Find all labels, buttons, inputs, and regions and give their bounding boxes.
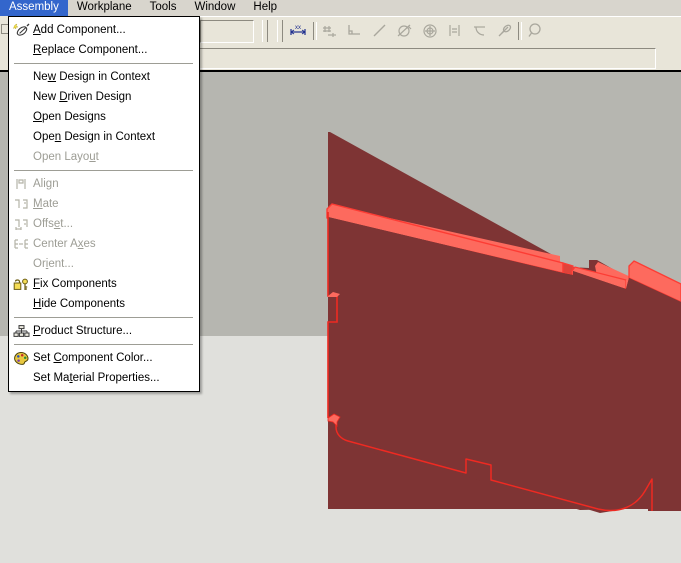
- corner-constraint-icon[interactable]: [345, 21, 365, 41]
- menu-item-open-layout-label: Open Layout: [33, 151, 99, 163]
- svg-text:xx: xx: [295, 25, 301, 31]
- menu-item-fix-components-label: Fix Components: [33, 278, 117, 290]
- line-icon[interactable]: [370, 21, 390, 41]
- menu-item-product-structure-label: Product Structure...: [33, 325, 133, 337]
- menu-separator: [14, 170, 193, 171]
- menubar-item-window-label: Window: [194, 1, 236, 13]
- menu-separator: [14, 317, 193, 318]
- pin-fasten-icon[interactable]: [495, 21, 515, 41]
- offset-icon: [12, 216, 30, 232]
- set-component-color-palette-icon: [12, 350, 30, 366]
- product-structure-tree-icon: [12, 323, 30, 339]
- menu-item-new-design-in-context[interactable]: New Design in Context: [9, 67, 199, 87]
- menu-item-set-component-color-label: Set Component Color...: [33, 352, 153, 364]
- menu-item-align: Align: [9, 174, 199, 194]
- angle-dimension-icon[interactable]: [395, 21, 415, 41]
- menu-item-center-axes-label: Center Axes: [33, 238, 96, 250]
- menu-item-open-designs-label: Open Designs: [33, 111, 106, 123]
- menu-item-new-design-in-context-label: New Design in Context: [33, 71, 150, 83]
- menu-item-center-axes: Center Axes: [9, 234, 199, 254]
- menubar-item-tools[interactable]: Tools: [141, 0, 186, 17]
- menubar-item-assembly[interactable]: Assembly: [0, 0, 68, 17]
- toolbar-left-stub: [0, 16, 9, 70]
- menu-item-open-layout: Open Layout: [9, 147, 199, 167]
- datum-point-icon[interactable]: [320, 21, 340, 41]
- dimension-xx-icon[interactable]: xx: [288, 21, 308, 41]
- menu-item-add-component[interactable]: Add Component...: [9, 20, 199, 40]
- toolbar-grip-2[interactable]: [262, 20, 268, 42]
- menu-separator: [14, 344, 193, 345]
- menu-item-open-design-in-context-label: Open Design in Context: [33, 131, 156, 143]
- menubar-item-help-label: Help: [253, 1, 278, 13]
- align-icon: [12, 176, 30, 192]
- menu-item-offset-label: Offset...: [33, 218, 74, 230]
- menu-item-align-label: Align: [33, 178, 59, 190]
- menu-item-new-driven-design-label: New Driven Design: [33, 91, 132, 103]
- menu-item-orient-label: Orient...: [33, 258, 74, 270]
- assembly-dropdown-menu[interactable]: Add Component... Replace Component... New …: [8, 16, 200, 392]
- menu-item-open-design-in-context[interactable]: Open Design in Context: [9, 127, 199, 147]
- menu-item-orient: Orient...: [9, 254, 199, 274]
- mate-icon: [12, 196, 30, 212]
- menu-item-open-designs[interactable]: Open Designs: [9, 107, 199, 127]
- menubar-item-workplane[interactable]: Workplane: [68, 0, 141, 17]
- zoom-magnifier-icon[interactable]: [525, 21, 545, 41]
- toolbar-separator-1: [313, 22, 317, 40]
- menu-item-replace-component[interactable]: Replace Component...: [9, 40, 199, 60]
- menu-item-mate-label: Mate: [33, 198, 59, 210]
- menu-item-new-driven-design[interactable]: New Driven Design: [9, 87, 199, 107]
- application-window: xx Assembly Workplane Tools Window Help …: [0, 0, 681, 563]
- concentric-circle-icon[interactable]: [420, 21, 440, 41]
- center-axes-icon: [12, 236, 30, 252]
- menu-item-product-structure[interactable]: Product Structure...: [9, 321, 199, 341]
- menu-item-mate: Mate: [9, 194, 199, 214]
- toolbar-grip-3[interactable]: [277, 20, 283, 42]
- equal-length-icon[interactable]: [445, 21, 465, 41]
- menu-item-hide-components[interactable]: Hide Components: [9, 294, 199, 314]
- menu-separator: [14, 63, 193, 64]
- menu-item-fix-components[interactable]: Fix Components: [9, 274, 199, 294]
- toolbar-separator-2: [518, 22, 522, 40]
- menubar-item-help[interactable]: Help: [244, 0, 286, 17]
- menu-item-set-component-color[interactable]: Set Component Color...: [9, 348, 199, 368]
- menu-item-set-material-properties[interactable]: Set Material Properties...: [9, 368, 199, 388]
- menu-item-set-material-properties-label: Set Material Properties...: [33, 372, 160, 384]
- menubar-item-tools-label: Tools: [149, 1, 177, 13]
- menubar-item-assembly-label: Assembly: [9, 1, 59, 13]
- menu-item-hide-components-label: Hide Components: [33, 298, 126, 310]
- menubar-item-workplane-label: Workplane: [76, 1, 132, 13]
- toolbar-group-left: [200, 20, 254, 43]
- menubar-item-window[interactable]: Window: [185, 0, 244, 17]
- menu-bar: Assembly Workplane Tools Window Help: [0, 0, 681, 17]
- menu-item-offset: Offset...: [9, 214, 199, 234]
- menu-item-replace-component-label: Replace Component...: [33, 44, 148, 56]
- fix-components-lock-key-icon: [12, 276, 30, 292]
- add-component-wand-icon: [12, 22, 30, 38]
- tangent-arc-icon[interactable]: [470, 21, 490, 41]
- menu-item-add-component-label: Add Component...: [33, 24, 126, 36]
